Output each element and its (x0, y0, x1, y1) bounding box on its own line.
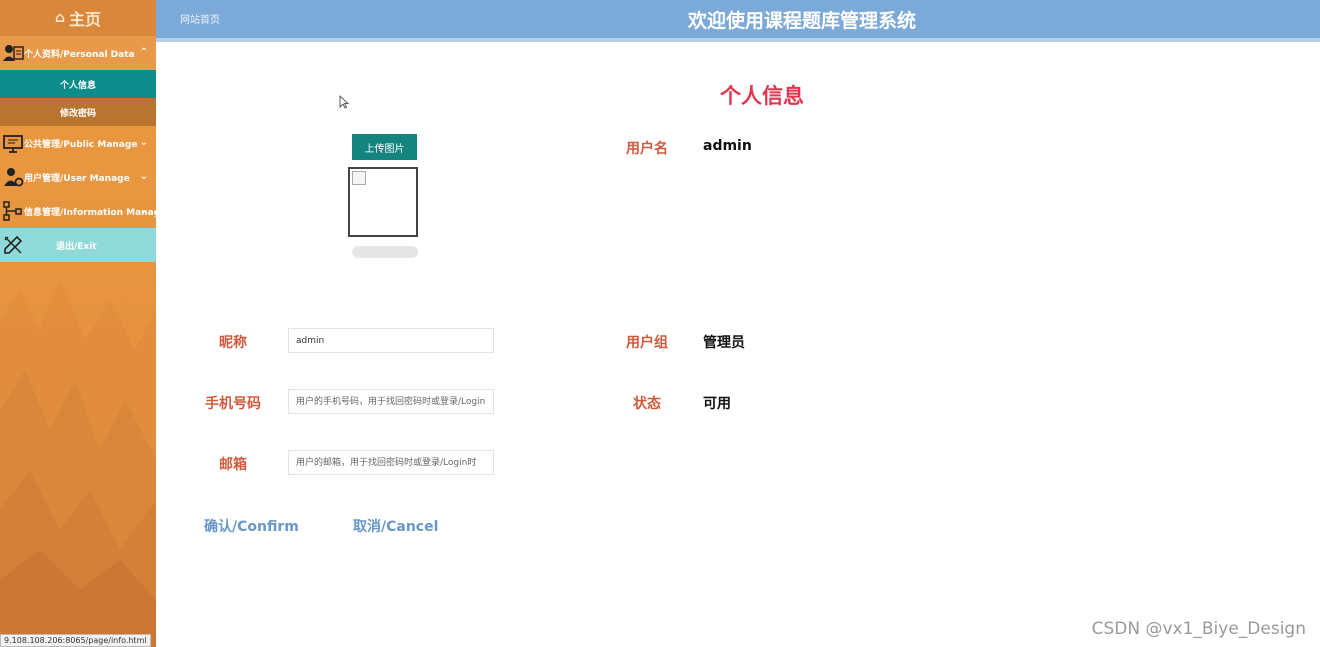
menu-user-manage[interactable]: 用户管理/User Manage ⌄ (0, 160, 156, 194)
sidebar-exit-button[interactable]: 退出/Exit (0, 228, 156, 262)
menu-public-manage-label: 公共管理/Public Manage (24, 139, 138, 150)
sidebar-exit-label: 退出/Exit (56, 241, 97, 252)
breadcrumb-home-link[interactable]: 网站首页 (180, 11, 220, 26)
menu-information-manage-label: 信息管理/Information Manage (24, 207, 156, 218)
email-label: 邮箱 (219, 457, 247, 473)
mouse-cursor-icon (339, 95, 349, 109)
site-title: 欢迎使用课程题库管理系统 (688, 10, 917, 32)
username-value: admin (703, 138, 752, 154)
menu-public-manage[interactable]: 公共管理/Public Manage ⌄ (0, 126, 156, 160)
pencil-ruler-icon (4, 235, 23, 254)
phone-input[interactable] (288, 389, 494, 414)
avatar-placeholder-bar (352, 246, 418, 258)
sidebar-item-change-password[interactable]: 修改密码 (0, 98, 156, 126)
sidebar: ⌂ 主页 个人资料/Personal Data ⌃ 个人信息 修改密码 公共管理… (0, 0, 156, 647)
menu-personal-data[interactable]: 个人资料/Personal Data ⌃ (0, 36, 156, 70)
main-content: 个人信息 上传图片 用户名 admin 昵称 用户组 管理员 手机号码 状态 可… (156, 42, 1320, 647)
user-gear-icon (4, 168, 24, 187)
status-url: 9.108.108.206:8065/page/info.html (0, 634, 151, 647)
chevron-up-icon: ⌃ (139, 47, 148, 58)
top-header: 网站首页 欢迎使用课程题库管理系统 (156, 0, 1320, 42)
chevron-down-icon: ⌄ (139, 137, 148, 148)
sidebar-item-personal-info[interactable]: 个人信息 (0, 70, 156, 98)
user-card-icon (3, 45, 24, 61)
chevron-down-icon: ⌄ (139, 205, 148, 216)
avatar-preview (348, 167, 418, 237)
sidebar-item-label: 个人信息 (59, 80, 96, 91)
confirm-button[interactable]: 确认/Confirm (204, 516, 299, 536)
nickname-label: 昵称 (219, 335, 247, 351)
sidebar-menu: 个人资料/Personal Data ⌃ 个人信息 修改密码 公共管理/Publ… (0, 36, 156, 262)
phone-label: 手机号码 (205, 396, 261, 412)
broken-image-icon (352, 171, 366, 185)
cancel-button[interactable]: 取消/Cancel (353, 516, 438, 536)
sidebar-home-link[interactable]: ⌂ 主页 (0, 0, 156, 36)
chevron-down-icon: ⌄ (139, 171, 148, 182)
nickname-input[interactable] (288, 328, 494, 353)
menu-personal-data-label: 个人资料/Personal Data (24, 49, 135, 60)
menu-information-manage[interactable]: 信息管理/Information Manage ⌄ (0, 194, 156, 228)
home-icon: ⌂ (54, 10, 65, 26)
hierarchy-icon (3, 201, 22, 221)
username-label: 用户名 (626, 141, 668, 157)
mountain-background (0, 280, 156, 647)
user-group-value: 管理员 (703, 335, 745, 351)
email-input[interactable] (288, 450, 494, 475)
page-title: 个人信息 (720, 84, 804, 108)
upload-image-button[interactable]: 上传图片 (352, 134, 417, 160)
sidebar-item-label: 修改密码 (59, 108, 96, 119)
status-label: 状态 (633, 396, 661, 412)
watermark-text: CSDN @vx1_Biye_Design (1091, 619, 1306, 639)
sidebar-home-label: 主页 (69, 10, 102, 29)
status-value: 可用 (703, 396, 731, 412)
monitor-icon (3, 135, 23, 153)
user-group-label: 用户组 (626, 335, 668, 351)
menu-user-manage-label: 用户管理/User Manage (24, 173, 130, 184)
